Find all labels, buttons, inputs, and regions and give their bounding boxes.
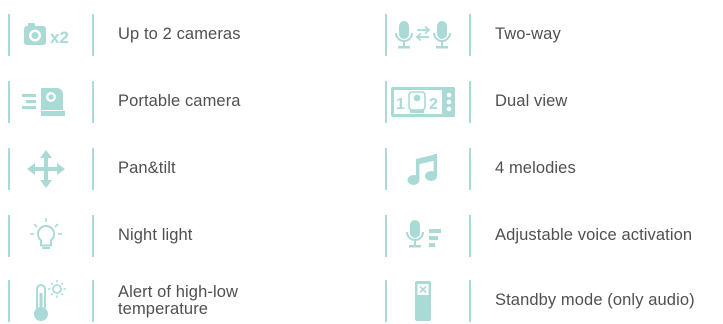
divider-line [92, 148, 94, 190]
feature-label: Up to 2 cameras [118, 25, 241, 43]
feature-label: Dual view [495, 92, 568, 110]
divider-line [469, 215, 471, 257]
divider-line [385, 215, 387, 257]
feature-row-4-melodies: 4 melodies [377, 146, 576, 192]
divider-line [469, 81, 471, 123]
portable-camera-icon [22, 88, 65, 116]
divider-line [92, 215, 94, 257]
feature-icon-cell [377, 146, 471, 192]
night-light-bulb-icon [30, 218, 62, 249]
feature-icon-cell: 1 2 [377, 79, 471, 125]
divider-line [8, 81, 10, 123]
feature-row-standby-mode: Standby mode (only audio) [377, 278, 695, 324]
voice-activation-mic-icon [406, 220, 441, 248]
feature-row-pan-tilt: Pan&tilt [0, 146, 176, 192]
dual-view-two-text: 2 [429, 96, 438, 113]
divider-line [385, 81, 387, 123]
music-note-icon [407, 154, 437, 185]
divider-line [92, 81, 94, 123]
feature-row-night-light: Night light [0, 213, 192, 259]
feature-label: Adjustable voice activation [495, 226, 693, 244]
feature-label: 4 melodies [495, 159, 576, 177]
divider-line [8, 14, 10, 56]
feature-label: Two-way [495, 25, 561, 43]
feature-icon-cell [377, 12, 471, 58]
divider-line [385, 14, 387, 56]
feature-icon-cell [0, 79, 94, 125]
thermometer-alert-icon [34, 280, 66, 321]
divider-line [8, 148, 10, 190]
feature-row-dual-view: 1 2 Dual view [377, 79, 567, 125]
feature-icon-cell [377, 213, 471, 259]
camera-x2-icon: x2 [24, 23, 69, 47]
feature-label: Portable camera [118, 92, 241, 110]
feature-row-up-to-2-cameras: x2 Up to 2 cameras [0, 12, 240, 58]
dual-view-screen-icon: 1 2 [391, 87, 455, 117]
feature-row-voice-activation: Adjustable voice activation [377, 213, 692, 259]
dual-view-one-text: 1 [396, 96, 405, 113]
feature-row-temperature-alert: Alert of high-low temperature [0, 278, 238, 324]
feature-label: Pan&tilt [118, 159, 176, 177]
divider-line [469, 14, 471, 56]
divider-line [469, 280, 471, 322]
camera-x2-multiplier-text: x2 [50, 28, 69, 47]
feature-row-portable-camera: Portable camera [0, 79, 240, 125]
feature-icon-cell [377, 278, 471, 324]
divider-line [469, 148, 471, 190]
standby-device-icon [415, 281, 431, 321]
divider-line [8, 215, 10, 257]
divider-line [8, 280, 10, 322]
divider-line [92, 280, 94, 322]
divider-line [385, 148, 387, 190]
feature-icon-cell [0, 213, 94, 259]
feature-label: Standby mode (only audio) [495, 291, 695, 309]
pan-tilt-arrows-icon [27, 150, 65, 188]
feature-icon-cell [0, 146, 94, 192]
divider-line [92, 14, 94, 56]
feature-row-two-way: Two-way [377, 12, 561, 58]
feature-icon-cell: x2 [0, 12, 94, 58]
feature-label: Alert of high-low temperature [118, 283, 239, 318]
feature-icon-cell [0, 278, 94, 324]
two-way-microphones-icon [395, 21, 451, 49]
feature-label: Night light [118, 226, 193, 244]
divider-line [385, 280, 387, 322]
feature-grid: x2 Up to 2 cameras Portable camera Pan&t… [0, 0, 723, 324]
